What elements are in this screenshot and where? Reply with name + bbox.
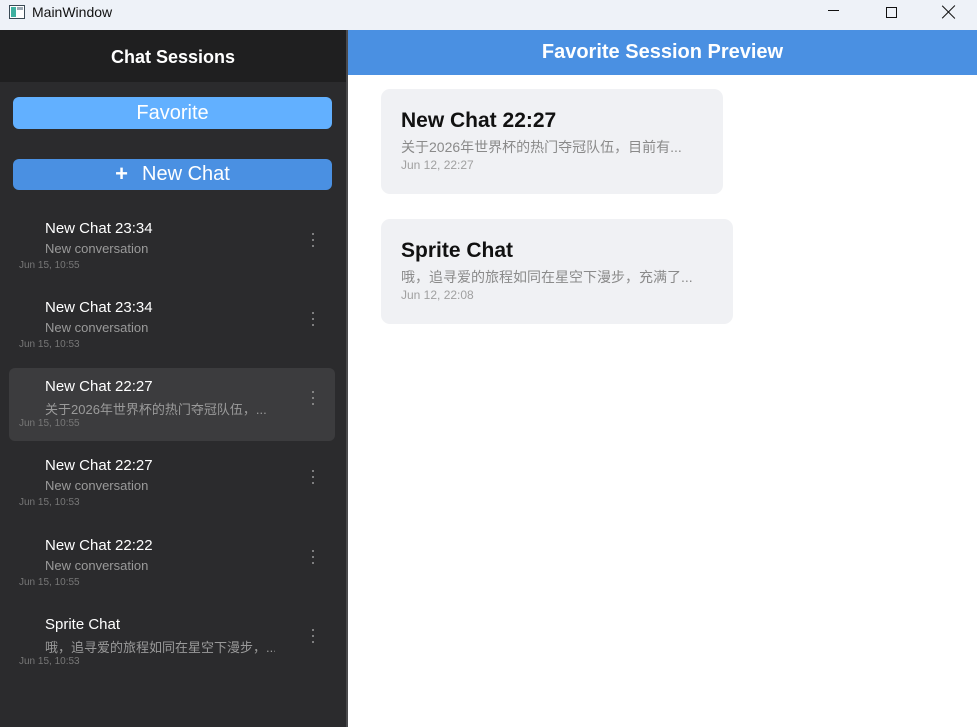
favorite-card-title: New Chat 22:27 (401, 109, 557, 132)
new-chat-button-label: New Chat (142, 163, 230, 185)
close-button[interactable] (920, 0, 977, 30)
minimize-button[interactable] (804, 0, 862, 30)
title-bar: MainWindow (0, 0, 977, 30)
splitter[interactable] (346, 30, 348, 727)
favorite-button[interactable]: Favorite (13, 97, 332, 129)
more-options-icon[interactable] (305, 388, 321, 408)
session-preview: New conversation (45, 320, 149, 335)
session-date: Jun 15, 10:53 (19, 497, 80, 508)
more-options-icon[interactable] (305, 547, 321, 567)
sidebar-title: Chat Sessions (110, 46, 236, 67)
session-title: New Chat 23:34 (45, 220, 153, 237)
sidebar-header: Chat Sessions (0, 30, 346, 82)
session-date: Jun 15, 10:55 (19, 577, 80, 588)
favorite-card-preview: 关于2026年世界杯的热门夺冠队伍，目前有... (401, 139, 682, 155)
more-options-icon[interactable] (305, 309, 321, 329)
window-title: MainWindow (32, 4, 113, 20)
favorite-button-label: Favorite (136, 101, 209, 124)
main-title: Favorite Session Preview (541, 41, 784, 63)
session-title: New Chat 22:22 (45, 537, 153, 554)
plus-icon: + (115, 160, 129, 186)
session-item-selected[interactable]: New Chat 22:27 关于2026年世界杯的热门夺冠队伍，... Jun… (9, 368, 335, 441)
favorite-card[interactable]: Sprite Chat 哦，追寻爱的旅程如同在星空下漫步，充满了... Jun … (381, 219, 733, 324)
favorite-card-title: Sprite Chat (401, 239, 514, 262)
app-icon (9, 5, 25, 19)
more-options-icon[interactable] (305, 230, 321, 250)
favorite-card-preview: 哦，追寻爱的旅程如同在星空下漫步，充满了... (401, 269, 693, 285)
maximize-button[interactable] (862, 0, 920, 30)
session-preview: New conversation (45, 558, 149, 573)
session-title: New Chat 22:27 (45, 457, 153, 474)
session-preview: New conversation (45, 241, 149, 256)
session-item[interactable]: New Chat 23:34 New conversation Jun 15, … (9, 210, 335, 283)
favorite-card-date: Jun 12, 22:27 (401, 158, 474, 172)
session-date: Jun 15, 10:55 (19, 418, 80, 429)
session-preview: New conversation (45, 478, 149, 493)
sidebar: Chat Sessions Favorite + New Chat New Ch… (0, 30, 346, 727)
session-item[interactable]: Sprite Chat 哦，追寻爱的旅程如同在星空下漫步，... Jun 15,… (9, 606, 335, 679)
session-title: Sprite Chat (45, 616, 121, 633)
session-preview: 关于2026年世界杯的热门夺冠队伍，... (45, 402, 267, 417)
session-item[interactable]: New Chat 22:22 New conversation Jun 15, … (9, 527, 335, 600)
close-icon (942, 5, 956, 19)
maximize-icon (885, 6, 897, 18)
main-header: Favorite Session Preview (348, 30, 977, 75)
session-item[interactable]: New Chat 23:34 New conversation Jun 15, … (9, 289, 335, 362)
session-title: New Chat 23:34 (45, 299, 153, 316)
new-chat-button[interactable]: + New Chat (13, 159, 332, 190)
session-date: Jun 15, 10:55 (19, 260, 80, 271)
session-title: New Chat 22:27 (45, 378, 153, 395)
more-options-icon[interactable] (305, 467, 321, 487)
favorite-card-date: Jun 12, 22:08 (401, 288, 474, 302)
session-date: Jun 15, 10:53 (19, 339, 80, 350)
more-options-icon[interactable] (305, 626, 321, 646)
session-date: Jun 15, 10:53 (19, 656, 80, 667)
minimize-icon (827, 9, 839, 11)
session-item[interactable]: New Chat 22:27 New conversation Jun 15, … (9, 447, 335, 520)
session-preview: 哦，追寻爱的旅程如同在星空下漫步，... (45, 640, 275, 655)
favorite-card[interactable]: New Chat 22:27 关于2026年世界杯的热门夺冠队伍，目前有... … (381, 89, 723, 194)
